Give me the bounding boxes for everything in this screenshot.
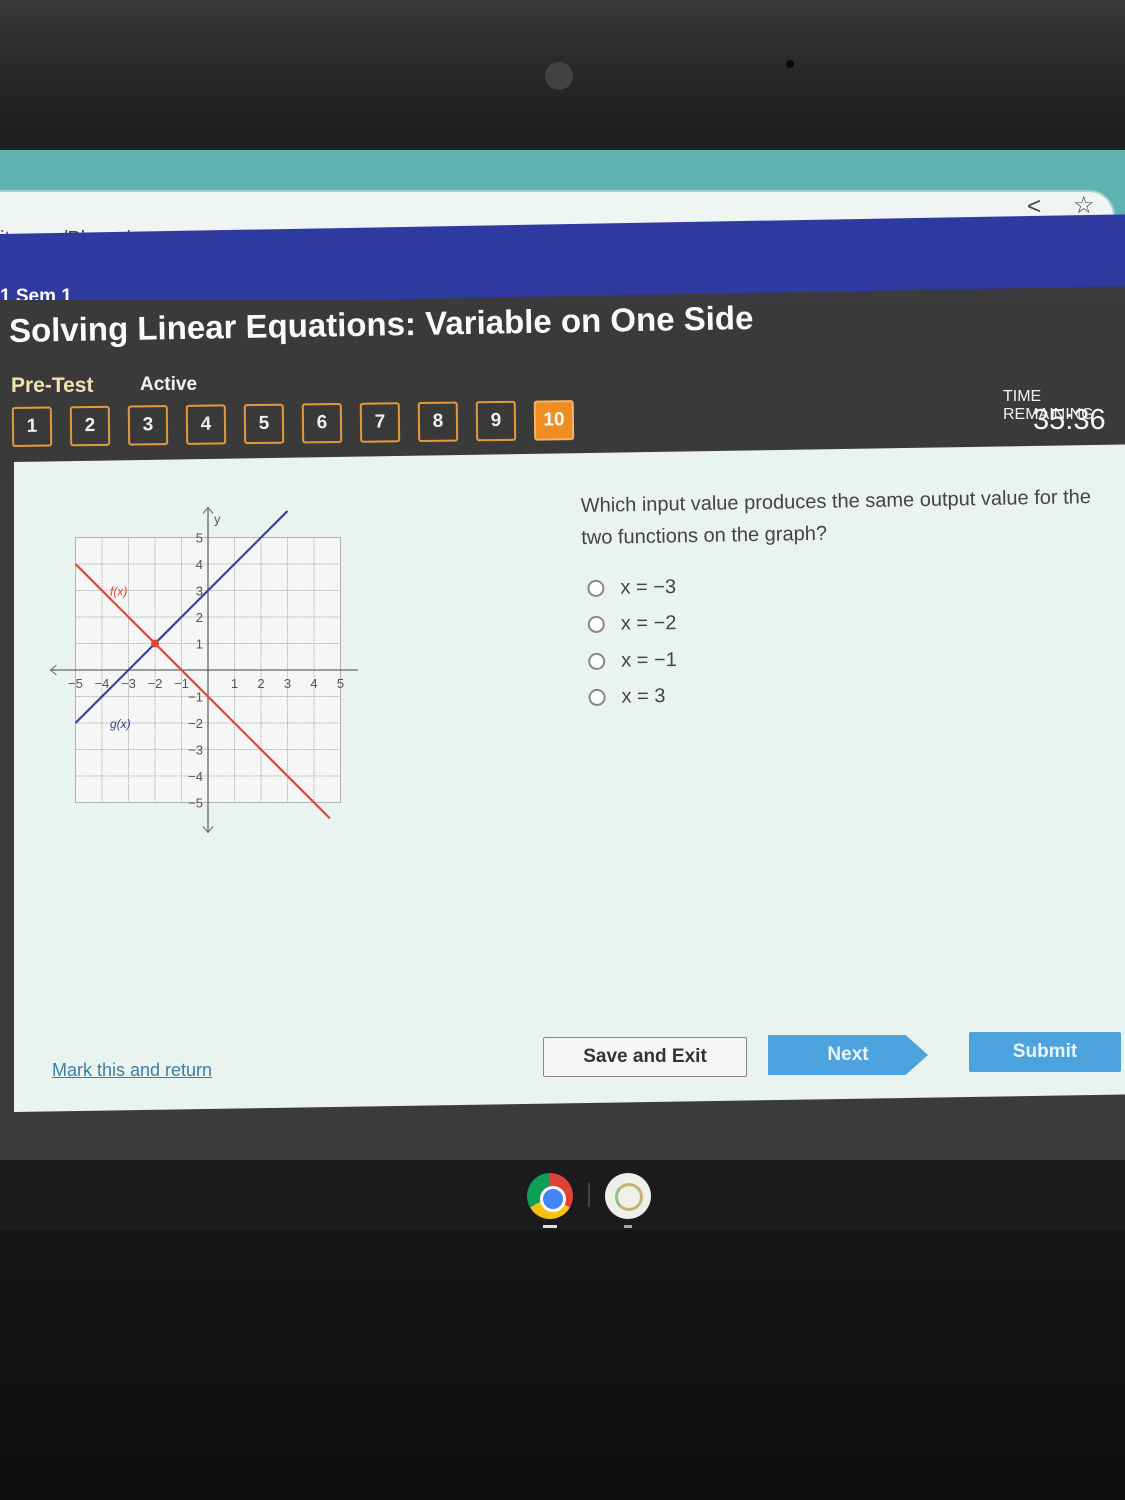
question-nav-item[interactable]: 3 — [127, 405, 169, 446]
mode-label: Pre-Test — [11, 374, 94, 397]
question-nav: 1 2 3 4 5 6 7 8 9 10 — [11, 400, 575, 447]
y-tick-label: −3 — [188, 743, 203, 758]
running-indicator — [624, 1225, 632, 1228]
mark-and-return-link[interactable]: Mark this and return — [52, 1060, 212, 1081]
answer-option[interactable]: x = −3 — [587, 569, 676, 606]
x-tick-label: 2 — [257, 676, 264, 691]
x-tick-label: −5 — [68, 676, 83, 691]
device-bezel-bottom — [0, 1230, 1125, 1500]
radio-button[interactable] — [587, 616, 605, 634]
question-text: Which input value produces the same outp… — [580, 486, 1092, 549]
light-reflection — [545, 62, 573, 90]
question-nav-item[interactable]: 5 — [243, 403, 285, 445]
save-and-exit-button[interactable]: Save and Exit — [543, 1037, 747, 1077]
intersection-point — [151, 639, 159, 648]
option-label: x = 3 — [621, 685, 666, 708]
function-graph: xy−5−4−3−2−11234554321−1−2−3−4−5f(x)g(x) — [49, 506, 358, 834]
timer-value: 35:36 — [1033, 404, 1106, 436]
option-label: x = −1 — [621, 648, 677, 672]
answer-option[interactable]: x = −1 — [588, 642, 677, 679]
status-label: Active — [140, 374, 198, 395]
screen: ity.com/Player/ < ☆ 1 Sem 1 Solving Line… — [0, 150, 1125, 1160]
question-nav-item[interactable]: 6 — [301, 402, 343, 444]
y-axis-label: y — [214, 512, 221, 527]
x-tick-label: 4 — [310, 676, 317, 691]
x-tick-label: −1 — [174, 676, 189, 691]
app-icon[interactable] — [605, 1173, 651, 1219]
webcam — [786, 60, 794, 68]
question-nav-item[interactable]: 8 — [417, 401, 459, 443]
radio-button[interactable] — [588, 652, 606, 670]
submit-button[interactable]: Submit — [969, 1032, 1121, 1072]
x-tick-label: −2 — [148, 676, 163, 691]
y-tick-label: 4 — [196, 557, 203, 572]
y-tick-label: −5 — [188, 796, 203, 811]
shelf-divider — [588, 1183, 590, 1207]
option-label: x = −3 — [620, 575, 677, 599]
chrome-icon[interactable] — [527, 1173, 573, 1219]
x-tick-label: 3 — [284, 676, 291, 691]
series-label: g(x) — [110, 717, 131, 731]
answer-option[interactable]: x = 3 — [588, 679, 677, 716]
radio-button[interactable] — [588, 689, 606, 707]
question-nav-item[interactable]: 9 — [475, 400, 517, 442]
question-nav-item[interactable]: 2 — [69, 405, 111, 447]
question-nav-item[interactable]: 10 — [533, 400, 575, 441]
question-nav-item[interactable]: 7 — [359, 402, 401, 443]
y-tick-label: 5 — [196, 531, 203, 546]
x-tick-label: 5 — [337, 676, 344, 691]
series-label: f(x) — [110, 585, 127, 599]
next-button[interactable]: Next — [768, 1035, 928, 1075]
y-tick-label: −2 — [188, 716, 203, 731]
x-tick-label: 1 — [231, 676, 238, 691]
answer-options: x = −3 x = −2 x = −1 x = 3 — [587, 569, 677, 716]
x-tick-label: −4 — [95, 676, 110, 691]
y-tick-label: −4 — [188, 769, 203, 784]
option-label: x = −2 — [620, 612, 677, 635]
device-bezel-top — [0, 0, 1125, 150]
y-tick-label: 2 — [196, 610, 203, 625]
running-indicator — [543, 1225, 557, 1228]
y-tick-label: 1 — [196, 637, 203, 652]
question-nav-item[interactable]: 1 — [11, 406, 53, 447]
x-tick-label: −3 — [121, 676, 136, 691]
question-nav-item[interactable]: 4 — [185, 404, 227, 445]
answer-option[interactable]: x = −2 — [587, 606, 677, 643]
y-tick-label: −1 — [188, 690, 203, 705]
radio-button[interactable] — [587, 579, 605, 597]
